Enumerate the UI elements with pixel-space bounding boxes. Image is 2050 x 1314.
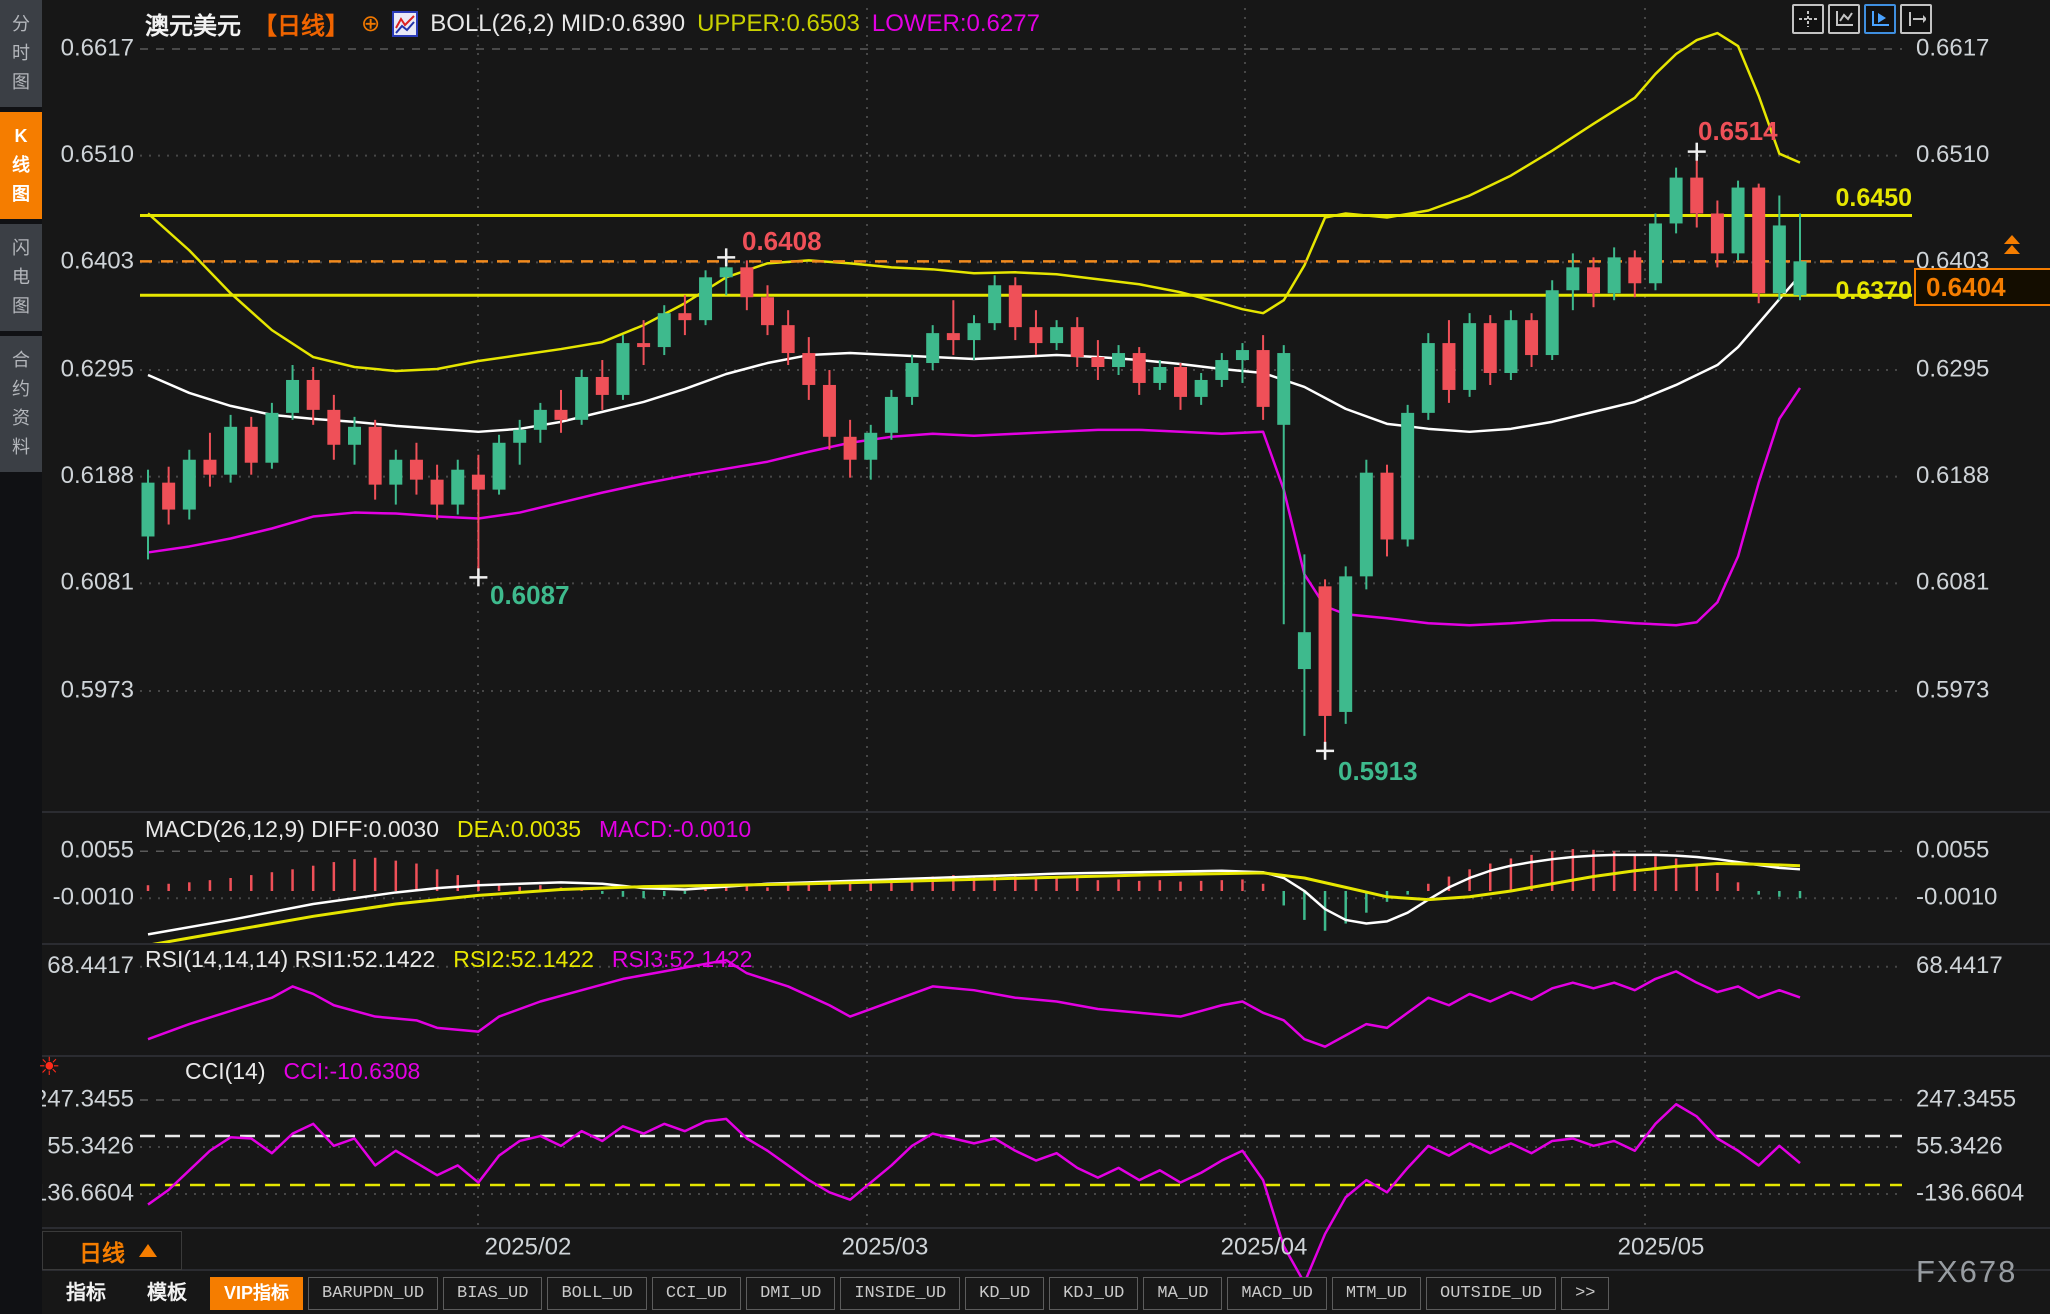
tab-5[interactable]: BIAS_UD bbox=[443, 1277, 542, 1310]
axis-play-icon[interactable] bbox=[1864, 4, 1896, 34]
axis-chart-icon[interactable] bbox=[1828, 4, 1860, 34]
axis-label: 0.6295 bbox=[61, 355, 134, 382]
tab-12[interactable]: MA_UD bbox=[1143, 1277, 1222, 1310]
cci-header: CCI(14) CCI:-10.6308 bbox=[185, 1058, 420, 1085]
annotation-low-feb: 0.6087 bbox=[490, 580, 570, 611]
mini-chart-icon[interactable] bbox=[392, 11, 418, 37]
chart-toolbar bbox=[1792, 4, 1932, 34]
axis-label: 0.6510 bbox=[61, 141, 134, 168]
tab-7[interactable]: CCI_UD bbox=[652, 1277, 741, 1310]
add-indicator-icon[interactable]: ⊕ bbox=[361, 10, 380, 37]
macd-header: MACD(26,12,9) DIFF:0.0030 DEA:0.0035 MAC… bbox=[145, 816, 751, 843]
macd-dea: DEA:0.0035 bbox=[457, 816, 581, 843]
date-label: 2025/04 bbox=[1221, 1233, 1308, 1260]
annotation-low-apr: 0.5913 bbox=[1338, 756, 1418, 787]
axis-label: 0.6081 bbox=[1916, 569, 1989, 596]
alert-sun-icon[interactable]: ☀ bbox=[38, 1052, 60, 1082]
tab-10[interactable]: KD_UD bbox=[965, 1277, 1044, 1310]
date-label: 2025/05 bbox=[1618, 1233, 1705, 1260]
resistance-line-label[interactable]: 0.6450 bbox=[1828, 184, 1912, 213]
tab-1[interactable]: 指标 bbox=[48, 1278, 124, 1309]
sidebar-item-4[interactable]: 合约资料 bbox=[0, 336, 42, 472]
support-line-label[interactable]: 0.6370 bbox=[1828, 277, 1912, 306]
annotation-high-may: 0.6514 bbox=[1698, 116, 1778, 147]
axis-label: 0.6081 bbox=[61, 569, 134, 596]
macd-macd: MACD:-0.0010 bbox=[599, 816, 751, 843]
watermark: FX678 bbox=[1916, 1254, 2017, 1290]
tab-14[interactable]: MTM_UD bbox=[1332, 1277, 1421, 1310]
date-label: 2025/03 bbox=[842, 1233, 929, 1260]
axis-label: -0.0010 bbox=[53, 884, 134, 911]
period-label: 日线 bbox=[79, 1234, 125, 1268]
last-price-box: 0.6404 bbox=[1914, 268, 2050, 306]
tab-4[interactable]: BARUPDN_UD bbox=[308, 1277, 438, 1310]
tab-13[interactable]: MACD_UD bbox=[1227, 1277, 1326, 1310]
axis-label: 0.5973 bbox=[1916, 676, 1989, 703]
tab-9[interactable]: INSIDE_UD bbox=[840, 1277, 960, 1310]
tab-8[interactable]: DMI_UD bbox=[746, 1277, 835, 1310]
axis-label: 0.6617 bbox=[61, 34, 134, 61]
tab-16[interactable]: >> bbox=[1561, 1277, 1609, 1310]
tab-6[interactable]: BOLL_UD bbox=[547, 1277, 646, 1310]
sidebar-item-1[interactable]: 分时图 bbox=[0, 0, 42, 107]
axis-label: 68.4417 bbox=[1916, 952, 2003, 979]
axis-label: 0.6403 bbox=[61, 248, 134, 275]
boll-lower-label: LOWER:0.6277 bbox=[872, 10, 1040, 38]
price-up-arrow-icon bbox=[2004, 234, 2020, 255]
axis-label: -136.6604 bbox=[1916, 1179, 2024, 1206]
move-cross-icon[interactable] bbox=[1792, 4, 1824, 34]
date-label: 2025/02 bbox=[485, 1233, 572, 1260]
axis-label: 0.5973 bbox=[61, 676, 134, 703]
axis-label: 0.6188 bbox=[1916, 462, 1989, 489]
axis-label: 247.3455 bbox=[34, 1085, 134, 1112]
tab-2[interactable]: 模板 bbox=[129, 1278, 205, 1309]
axis-label: 0.6510 bbox=[1916, 141, 1989, 168]
axis-label: 0.6617 bbox=[1916, 34, 1989, 61]
macd-name-diff: MACD(26,12,9) DIFF:0.0030 bbox=[145, 816, 439, 843]
chart-type-sidebar: 分时图 K线图闪电图合约资料 bbox=[0, 0, 42, 1314]
tab-11[interactable]: KDJ_UD bbox=[1049, 1277, 1138, 1310]
axis-label: 247.3455 bbox=[1916, 1085, 2016, 1112]
axis-label: 55.3426 bbox=[1916, 1132, 2003, 1159]
axis-label: 68.4417 bbox=[47, 952, 134, 979]
annotation-high-feb: 0.6408 bbox=[742, 226, 822, 257]
boll-upper-label: UPPER:0.6503 bbox=[697, 10, 860, 38]
cci-value: CCI:-10.6308 bbox=[284, 1058, 421, 1085]
axis-label: 0.6188 bbox=[61, 462, 134, 489]
axis-label: -0.0010 bbox=[1916, 884, 1997, 911]
axis-label: -136.6604 bbox=[26, 1179, 134, 1206]
chart-canvas[interactable]: 0.66170.66170.65100.65100.64030.64030.62… bbox=[0, 0, 2050, 1314]
shift-right-icon[interactable] bbox=[1900, 4, 1932, 34]
chart-title-bar: 澳元美元 【日线】 ⊕ BOLL(26,2) MID:0.6390 UPPER:… bbox=[145, 6, 1040, 41]
cci-name: CCI(14) bbox=[185, 1058, 266, 1085]
rsi-rsi2: RSI2:52.1422 bbox=[453, 946, 594, 973]
sidebar-item-2[interactable]: K线图 bbox=[0, 112, 42, 219]
tab-3[interactable]: VIP指标 bbox=[210, 1277, 303, 1310]
sidebar-item-3[interactable]: 闪电图 bbox=[0, 224, 42, 331]
trading-app-window: 0.66170.66170.65100.65100.64030.64030.62… bbox=[0, 0, 2050, 1314]
indicator-tab-bar: 指标模板VIP指标BARUPDN_UDBIAS_UDBOLL_UDCCI_UDD… bbox=[48, 1274, 1614, 1312]
period-selector[interactable]: 日线 bbox=[42, 1231, 182, 1270]
rsi-header: RSI(14,14,14) RSI1:52.1422 RSI2:52.1422 … bbox=[145, 946, 753, 973]
tab-15[interactable]: OUTSIDE_UD bbox=[1426, 1277, 1556, 1310]
axis-label: 0.0055 bbox=[61, 837, 134, 864]
boll-mid-label: BOLL(26,2) MID:0.6390 bbox=[430, 10, 685, 38]
period-up-triangle-icon bbox=[139, 1244, 157, 1257]
rsi-name-rsi1: RSI(14,14,14) RSI1:52.1422 bbox=[145, 946, 435, 973]
axis-label: 0.6295 bbox=[1916, 355, 1989, 382]
axis-label: 55.3426 bbox=[47, 1132, 134, 1159]
rsi-rsi3: RSI3:52.1422 bbox=[612, 946, 753, 973]
axis-label: 0.0055 bbox=[1916, 837, 1989, 864]
symbol-name: 澳元美元 bbox=[145, 6, 241, 41]
period-tag: 【日线】 bbox=[253, 6, 349, 41]
